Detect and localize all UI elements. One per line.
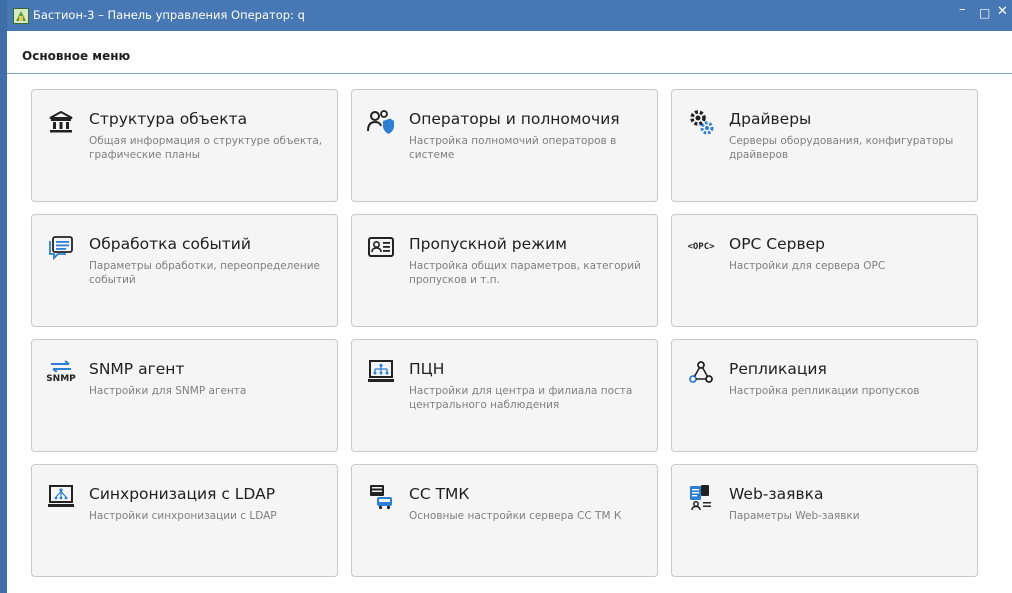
tile-event-processing[interactable]: Обработка событий Параметры обработки, п… [31,214,338,327]
tile-snmp-agent[interactable]: SNMP SNMP агент Настройки для SNMP агент… [31,339,338,452]
menu-title: Основное меню [22,49,131,63]
tile-title: SNMP агент [89,360,185,378]
tile-replication[interactable]: Репликация Настройка репликации пропуско… [671,339,978,452]
gears-icon [686,107,716,137]
tile-description: Настройки синхронизации с LDAP [89,510,277,522]
tile-title: Web-заявка [729,485,824,503]
tile-title: Синхронизация с LDAP [89,485,276,503]
close-button[interactable]: ✕ [997,4,1008,19]
tile-title: СС ТМК [409,485,470,503]
tile-description: Основные настройки сервера СС ТМ К [409,510,622,522]
window-left-border [0,0,7,593]
tile-description: Настройка общих параметров, категорий пр… [409,260,641,286]
tile-title: ПЦН [409,360,445,378]
message-list-icon [46,232,76,262]
tile-title: Драйверы [729,110,812,128]
tile-title: Репликация [729,360,827,378]
window-title: Бастион-3 – Панель управления Оператор: … [33,8,305,22]
tile-description: Настройка репликации пропусков [729,385,920,397]
tile-opc-server[interactable]: <OPC> OPC Сервер Настройки для сервера O… [671,214,978,327]
web-request-icon [686,482,716,512]
tile-object-structure[interactable]: Структура объекта Общая информация о стр… [31,89,338,202]
tile-title: Структура объекта [89,110,248,128]
menu-grid: Структура объекта Общая информация о стр… [31,89,978,578]
snmp-icon-text: SNMP [46,374,76,384]
tile-title: OPC Сервер [729,235,826,253]
tile-description: Настройка полномочий операторов в систем… [409,135,617,161]
window-titlebar[interactable]: Бастион-3 – Панель управления Оператор: … [7,0,1012,31]
tile-description: Общая информация о структуре объекта, гр… [89,135,323,161]
tile-description: Параметры обработки, переопределение соб… [89,260,320,286]
opc-icon-text: <OPC> [687,242,715,252]
ldap-monitor-icon [46,482,76,512]
menu-header: Основное меню [7,31,1012,74]
tile-description: Серверы оборудования, конфигураторы драй… [729,135,954,161]
tile-title: Операторы и полномочия [409,110,620,128]
tile-ldap-sync[interactable]: Синхронизация с LDAP Настройки синхрониз… [31,464,338,577]
tile-title: Обработка событий [89,235,251,253]
monitor-network-icon [366,357,396,387]
app-icon [13,8,29,24]
building-icon [46,107,76,137]
minimize-button[interactable]: – [959,2,966,17]
opc-icon: <OPC> [686,232,716,262]
tile-drivers[interactable]: Драйверы Серверы оборудования, конфигура… [671,89,978,202]
tile-access-mode[interactable]: Пропускной режим Настройка общих парамет… [351,214,658,327]
operators-shield-icon [366,107,396,137]
tile-cc-tmk[interactable]: СС ТМК Основные настройки сервера СС ТМ … [351,464,658,577]
replication-icon [686,357,716,387]
snmp-icon: SNMP [46,357,76,387]
maximize-button[interactable]: □ [979,6,990,20]
tile-operators[interactable]: Операторы и полномочия Настройка полномо… [351,89,658,202]
tile-title: Пропускной режим [409,235,567,253]
tile-description: Настройки для SNMP агента [89,385,247,397]
id-card-icon [366,232,396,262]
tile-web-request[interactable]: Web-заявка Параметры Web-заявки [671,464,978,577]
tile-pcn[interactable]: ПЦН Настройки для центра и филиала поста… [351,339,658,452]
bus-server-icon [366,482,396,512]
tile-description: Настройки для центра и филиала поста цен… [409,385,633,411]
tile-description: Настройки для сервера OPC [729,260,886,272]
tile-description: Параметры Web-заявки [729,510,860,522]
